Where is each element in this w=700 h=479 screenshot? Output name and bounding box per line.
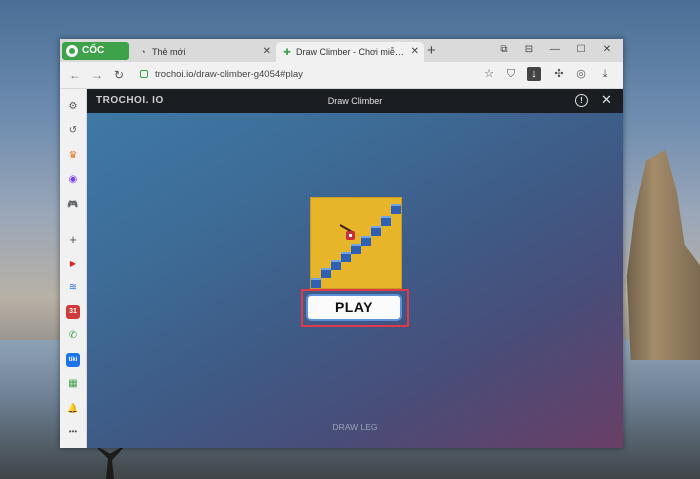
profile-icon[interactable]: ◎	[574, 67, 588, 81]
tab-bar: CỐC CỐC ◔ Thẻ mới ✕ ✚ Draw Climber - Chơ…	[60, 39, 623, 74]
close-icon[interactable]: ✕	[601, 92, 612, 108]
history-icon[interactable]: ↺	[66, 124, 80, 138]
close-tab-icon[interactable]: ✕	[411, 42, 419, 62]
close-window-button[interactable]: ✕	[600, 42, 614, 58]
tab-new-tab[interactable]: ◔ Thẻ mới ✕	[132, 42, 276, 62]
plus-icon[interactable]: +	[66, 233, 80, 247]
shield-icon[interactable]: ⛉	[504, 67, 518, 81]
close-tab-icon[interactable]: ✕	[263, 42, 271, 62]
back-icon[interactable]: ←	[68, 67, 82, 83]
browser-brand-button[interactable]: CỐC CỐC	[62, 42, 129, 74]
minimize-button[interactable]: —	[548, 42, 562, 58]
game-header: TROCHOI. IO Draw Climber ! ✕	[87, 89, 623, 113]
calendar-icon[interactable]: 31	[66, 305, 80, 319]
download-icon[interactable]: ⤓	[598, 67, 612, 81]
messenger-icon[interactable]: ◉	[66, 173, 80, 187]
stair-block	[381, 216, 391, 226]
stair-block	[311, 278, 321, 288]
stair-block	[331, 260, 341, 270]
gear-icon[interactable]: ⚙	[66, 100, 80, 114]
game-thumbnail	[310, 197, 402, 289]
climber-character	[346, 231, 355, 240]
gamepad-icon[interactable]: 🎮	[66, 197, 80, 211]
address-bar[interactable]: trochoi.io/draw-climber-g4054#play	[155, 68, 303, 82]
navigation-toolbar: ← → ↻ trochoi.io/draw-climber-g4054#play…	[60, 62, 623, 89]
game-title: Draw Climber	[327, 96, 383, 106]
gamepad-icon: ✚	[283, 47, 291, 57]
stair-block	[391, 204, 401, 214]
desktop-wallpaper-rock	[626, 150, 700, 360]
chat-icon[interactable]: ✆	[66, 329, 80, 343]
wifi-icon[interactable]: ≋	[66, 281, 80, 295]
star-icon[interactable]: ☆	[482, 67, 496, 81]
new-tab-button[interactable]: +	[427, 42, 436, 60]
tab-label: Thẻ mới	[152, 47, 186, 57]
browser-window: CỐC CỐC ◔ Thẻ mới ✕ ✚ Draw Climber - Chơ…	[60, 39, 623, 448]
stair-block	[321, 268, 331, 278]
forward-icon[interactable]: →	[90, 67, 104, 83]
reload-icon[interactable]: ↻	[112, 67, 126, 83]
coccoc-logo-icon	[66, 45, 78, 57]
stair-block	[361, 236, 371, 246]
draw-leg-hint: DRAW LEG	[332, 422, 378, 432]
youtube-icon[interactable]: ▶	[66, 257, 80, 271]
more-icon[interactable]: •••	[66, 425, 80, 439]
sheet-icon[interactable]: ▦	[66, 377, 80, 391]
play-button[interactable]: PLAY	[306, 294, 402, 321]
extensions-icon[interactable]: ✣	[552, 67, 566, 81]
sidebar-toggle-icon[interactable]: ⊟	[522, 42, 536, 58]
tiki-icon[interactable]: tiki	[66, 353, 80, 367]
stair-block	[351, 244, 361, 254]
crown-icon[interactable]: ♛	[66, 149, 80, 163]
lock-icon[interactable]	[140, 70, 148, 78]
tab-label: Draw Climber - Chơi miễn phí	[296, 47, 404, 57]
stair-block	[341, 252, 351, 262]
stair-block	[371, 226, 381, 236]
info-icon[interactable]: !	[575, 94, 588, 107]
coccoc-icon: ◔	[140, 47, 146, 57]
savior-download-icon[interactable]: ↓	[527, 67, 541, 81]
game-area[interactable]: TROCHOI. IO Draw Climber ! ✕ PLAY DRAW L…	[87, 89, 623, 448]
browser-sidebar: ⚙ ↺ ♛ ◉ 🎮 + ▶ ≋ 31 ✆ tiki ▦ 🔔 •••	[60, 89, 87, 448]
bell-icon[interactable]: 🔔	[66, 401, 80, 415]
pip-icon[interactable]: ⧉	[497, 42, 511, 58]
maximize-button[interactable]: ☐	[574, 42, 588, 58]
tab-draw-climber[interactable]: ✚ Draw Climber - Chơi miễn phí ✕	[276, 42, 424, 62]
